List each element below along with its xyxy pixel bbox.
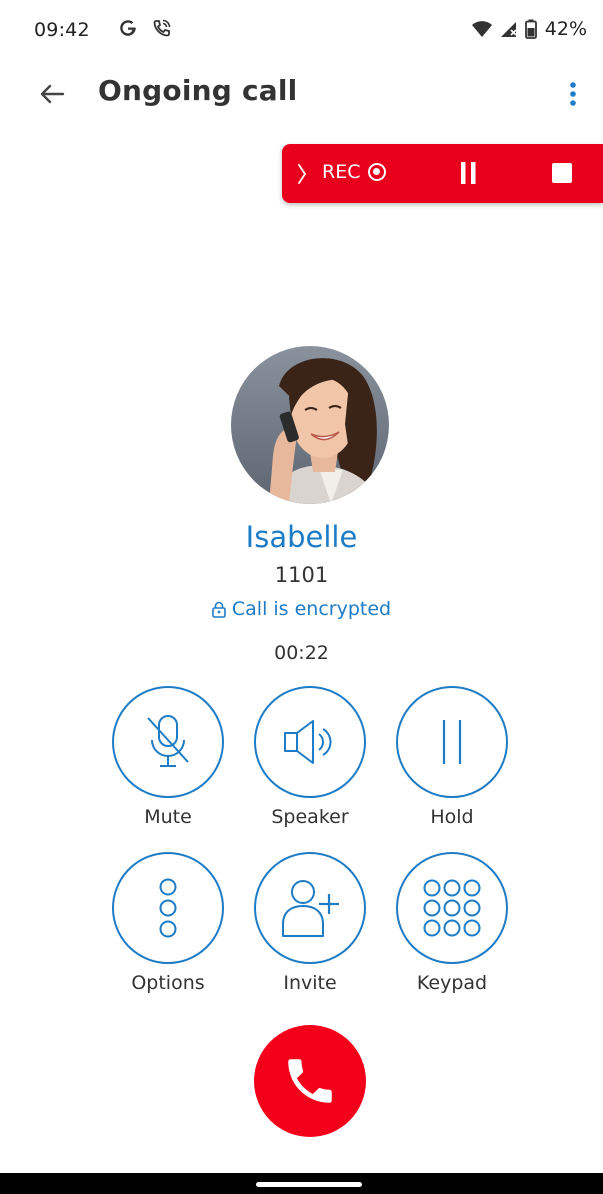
app-bar: Ongoing call	[0, 62, 603, 124]
speaker-label: Speaker	[271, 806, 349, 828]
contact-name: Isabelle	[245, 520, 358, 554]
status-system-icons: 42%	[471, 18, 587, 40]
end-call-button[interactable]	[254, 1025, 366, 1137]
battery-icon	[524, 19, 537, 39]
options-label: Options	[131, 972, 205, 994]
encryption-status: Call is encrypted	[0, 598, 603, 620]
speaker-button[interactable]: Speaker	[239, 686, 381, 828]
stop-icon[interactable]	[552, 163, 572, 183]
call-duration: 00:22	[274, 642, 329, 664]
recording-label: REC	[322, 161, 361, 183]
system-navigation-bar	[0, 1173, 603, 1194]
mute-label: Mute	[144, 806, 192, 828]
invite-label: Invite	[283, 972, 337, 994]
pause-icon	[442, 720, 462, 764]
encryption-label: Call is encrypted	[231, 598, 392, 620]
recording-bar: REC	[282, 144, 603, 203]
status-bar: 09:42 42%	[0, 0, 603, 62]
signal-icon	[500, 22, 517, 37]
hold-label: Hold	[430, 806, 474, 828]
options-button[interactable]: Options	[97, 852, 239, 994]
home-gesture-handle[interactable]	[256, 1182, 362, 1187]
arrow-left-icon	[40, 84, 65, 104]
mute-button[interactable]: Mute	[97, 686, 239, 828]
speaker-icon	[284, 720, 332, 764]
invite-button[interactable]: Invite	[239, 852, 381, 994]
lock-icon	[212, 601, 226, 618]
mic-off-icon	[147, 715, 189, 767]
page-title: Ongoing call	[98, 74, 298, 107]
keypad-label: Keypad	[416, 972, 488, 994]
wifi-icon	[471, 21, 492, 37]
status-notification-icons	[118, 18, 172, 38]
expand-chevron-icon[interactable]	[292, 160, 312, 188]
hold-button[interactable]: Hold	[381, 686, 523, 828]
pause-icon[interactable]	[458, 160, 480, 186]
add-user-icon	[282, 880, 339, 937]
keypad-button[interactable]: Keypad	[381, 852, 523, 994]
overflow-menu-button[interactable]	[558, 76, 588, 112]
back-button[interactable]	[34, 76, 70, 112]
battery-percentage: 42%	[544, 18, 587, 40]
record-indicator-icon	[368, 163, 386, 181]
status-time: 09:42	[34, 19, 90, 41]
g-icon	[120, 20, 136, 36]
contact-extension: 1101	[274, 563, 329, 587]
more-vertical-icon	[159, 878, 177, 938]
phone-call-icon	[153, 19, 171, 37]
more-vertical-icon	[570, 82, 576, 106]
dialpad-icon	[423, 879, 481, 937]
avatar	[231, 346, 389, 504]
phone-hangup-icon	[288, 1059, 332, 1103]
